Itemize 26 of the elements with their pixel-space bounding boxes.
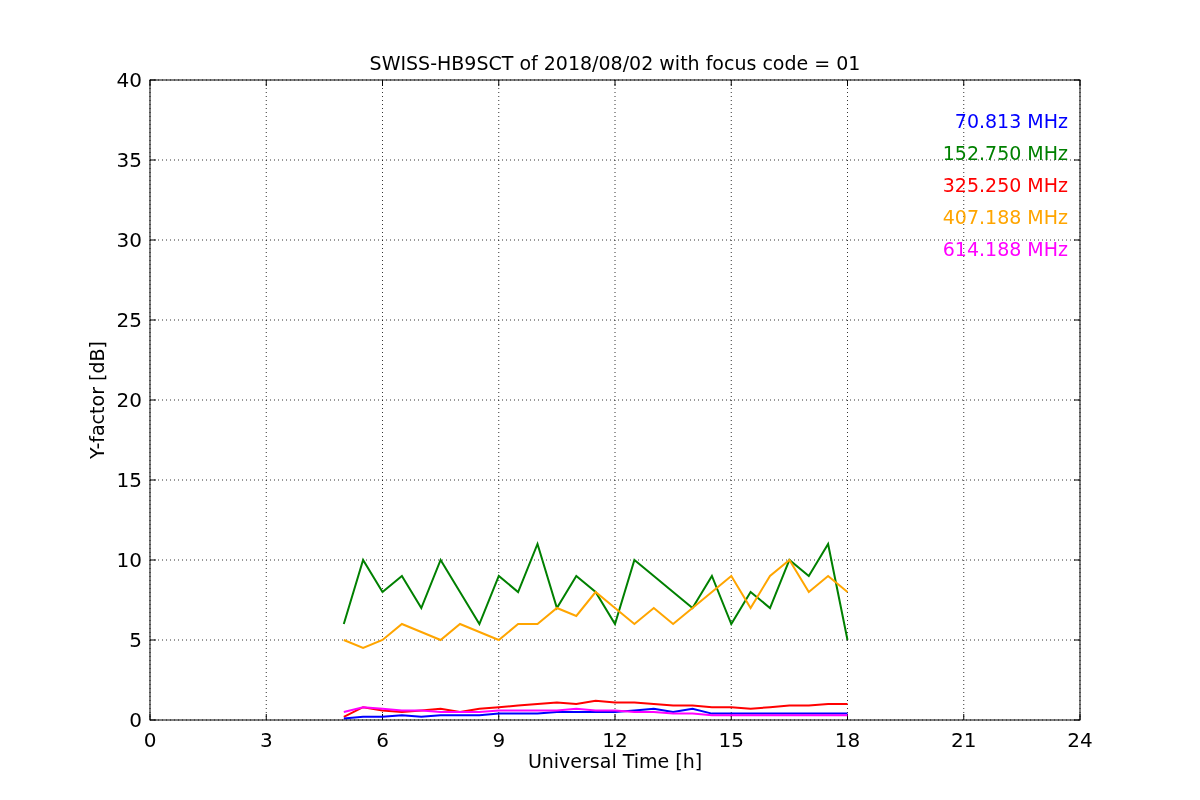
x-axis-label: Universal Time [h] — [527, 750, 703, 772]
y-tick-label: 5 — [129, 628, 142, 652]
legend-label: 70.813 MHz — [954, 110, 1068, 132]
x-tick-label: 21 — [951, 728, 977, 752]
x-tick-label: 0 — [143, 728, 157, 752]
legend-label: 407.188 MHz — [942, 206, 1068, 228]
x-tick-label: 3 — [259, 728, 273, 752]
legend-label: 152.750 MHz — [942, 142, 1068, 164]
x-tick-label: 9 — [492, 728, 506, 752]
y-axis-label: Y-factor [dB] — [86, 341, 108, 459]
x-tick-label: 12 — [602, 728, 628, 752]
y-tick-label: 0 — [129, 708, 142, 732]
x-tick-label: 15 — [718, 728, 744, 752]
y-tick-label: 25 — [116, 308, 142, 332]
x-tick-label: 6 — [376, 728, 389, 752]
legend-label: 614.188 MHz — [942, 238, 1068, 260]
legend-label: 325.250 MHz — [942, 174, 1068, 196]
y-tick-label: 15 — [116, 468, 142, 492]
x-tick-label: 24 — [1067, 728, 1093, 752]
y-tick-label: 10 — [116, 548, 142, 572]
chart-title: SWISS-HB9SCT of 2018/08/02 with focus code = 01 — [369, 52, 861, 74]
x-tick-label: 18 — [834, 728, 861, 752]
y-tick-label: 30 — [116, 228, 142, 252]
y-tick-label: 40 — [116, 68, 142, 92]
y-tick-label: 35 — [116, 148, 142, 172]
y-tick-label: 20 — [116, 388, 142, 412]
